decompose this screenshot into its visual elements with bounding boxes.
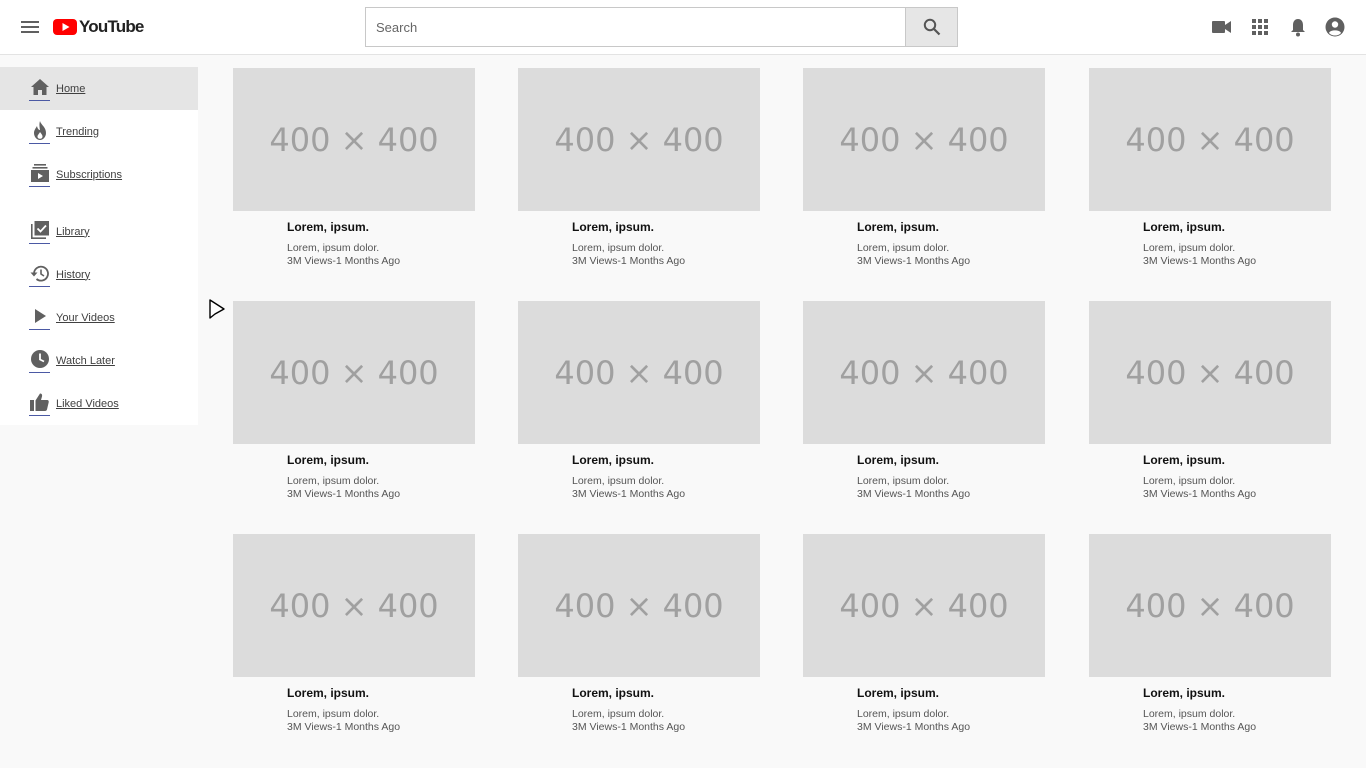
- video-card[interactable]: 400 × 400 Lorem, ipsum. Lorem, ipsum dol…: [233, 68, 475, 278]
- video-channel: Lorem, ipsum dolor.: [857, 242, 950, 254]
- video-meta: 3M Views-1 Months Ago: [1143, 488, 1257, 500]
- thumbs-up-icon: [29, 392, 50, 416]
- video-card[interactable]: 400 × 400 Lorem, ipsum. Lorem, ipsum dol…: [803, 534, 1045, 744]
- hamburger-menu-icon[interactable]: [20, 17, 40, 37]
- play-icon: [29, 306, 50, 330]
- video-card[interactable]: 400 × 400 Lorem, ipsum. Lorem, ipsum dol…: [1089, 534, 1331, 744]
- video-thumbnail[interactable]: 400 × 400: [1089, 301, 1331, 444]
- video-card[interactable]: 400 × 400 Lorem, ipsum. Lorem, ipsum dol…: [803, 301, 1045, 511]
- clock-icon: [29, 349, 50, 373]
- sidebar-item-label: Subscriptions: [56, 168, 123, 181]
- video-title[interactable]: Lorem, ipsum.: [1143, 220, 1225, 234]
- sidebar-item-home[interactable]: Home: [0, 67, 198, 110]
- bell-icon[interactable]: [1286, 15, 1310, 39]
- sidebar-item-liked-videos[interactable]: Liked Videos: [0, 382, 198, 425]
- video-thumbnail[interactable]: 400 × 400: [518, 301, 760, 444]
- video-meta: 3M Views-1 Months Ago: [287, 721, 401, 733]
- video-card[interactable]: 400 × 400 Lorem, ipsum. Lorem, ipsum dol…: [1089, 68, 1331, 278]
- mouse-cursor-icon: [207, 297, 227, 323]
- history-icon: [29, 263, 50, 287]
- sidebar-item-label: Watch Later: [56, 354, 115, 367]
- sidebar-item-library[interactable]: Library: [0, 210, 198, 253]
- video-meta: 3M Views-1 Months Ago: [572, 721, 686, 733]
- video-title[interactable]: Lorem, ipsum.: [857, 686, 939, 700]
- video-title[interactable]: Lorem, ipsum.: [572, 453, 654, 467]
- logo-text: YouTube: [79, 17, 144, 36]
- sidebar-item-label: Your Videos: [56, 311, 115, 324]
- sidebar-item-label: Library: [56, 225, 90, 238]
- video-channel: Lorem, ipsum dolor.: [287, 475, 380, 487]
- video-thumbnail[interactable]: 400 × 400: [233, 301, 475, 444]
- video-card[interactable]: 400 × 400 Lorem, ipsum. Lorem, ipsum dol…: [233, 534, 475, 744]
- video-channel: Lorem, ipsum dolor.: [572, 242, 665, 254]
- video-meta: 3M Views-1 Months Ago: [572, 488, 686, 500]
- top-bar: YouTube: [0, 0, 1366, 55]
- video-title[interactable]: Lorem, ipsum.: [572, 686, 654, 700]
- video-thumbnail[interactable]: 400 × 400: [1089, 534, 1331, 677]
- sidebar-item-watch-later[interactable]: Watch Later: [0, 339, 198, 382]
- video-title[interactable]: Lorem, ipsum.: [287, 686, 369, 700]
- video-channel: Lorem, ipsum dolor.: [857, 475, 950, 487]
- library-icon: [29, 220, 50, 244]
- video-title[interactable]: Lorem, ipsum.: [1143, 453, 1225, 467]
- search-icon: [923, 18, 940, 36]
- video-card[interactable]: 400 × 400 Lorem, ipsum. Lorem, ipsum dol…: [803, 68, 1045, 278]
- video-meta: 3M Views-1 Months Ago: [857, 488, 971, 500]
- video-thumbnail[interactable]: 400 × 400: [1089, 68, 1331, 211]
- video-title[interactable]: Lorem, ipsum.: [287, 453, 369, 467]
- video-meta: 3M Views-1 Months Ago: [572, 255, 686, 267]
- video-meta: 3M Views-1 Months Ago: [287, 488, 401, 500]
- sidebar-item-label: Liked Videos: [56, 397, 119, 410]
- video-channel: Lorem, ipsum dolor.: [1143, 708, 1236, 720]
- video-card[interactable]: 400 × 400 Lorem, ipsum. Lorem, ipsum dol…: [518, 301, 760, 511]
- search-button[interactable]: [905, 7, 958, 47]
- video-meta: 3M Views-1 Months Ago: [857, 255, 971, 267]
- video-title[interactable]: Lorem, ipsum.: [857, 453, 939, 467]
- video-card[interactable]: 400 × 400 Lorem, ipsum. Lorem, ipsum dol…: [518, 68, 760, 278]
- youtube-play-logo-icon: [53, 19, 77, 35]
- video-title[interactable]: Lorem, ipsum.: [572, 220, 654, 234]
- video-title[interactable]: Lorem, ipsum.: [287, 220, 369, 234]
- sidebar-item-label: History: [56, 268, 91, 281]
- video-channel: Lorem, ipsum dolor.: [287, 242, 380, 254]
- youtube-logo[interactable]: YouTube: [53, 17, 144, 37]
- video-title[interactable]: Lorem, ipsum.: [1143, 686, 1225, 700]
- video-meta: 3M Views-1 Months Ago: [1143, 255, 1257, 267]
- video-channel: Lorem, ipsum dolor.: [1143, 475, 1236, 487]
- sidebar-item-subscriptions[interactable]: Subscriptions: [0, 153, 198, 196]
- sidebar-item-your-videos[interactable]: Your Videos: [0, 296, 198, 339]
- video-thumbnail[interactable]: 400 × 400: [803, 534, 1045, 677]
- video-thumbnail[interactable]: 400 × 400: [233, 534, 475, 677]
- sidebar: Home Trending Subscriptions Library Hist…: [0, 67, 198, 425]
- video-channel: Lorem, ipsum dolor.: [572, 708, 665, 720]
- video-channel: Lorem, ipsum dolor.: [287, 708, 380, 720]
- sidebar-item-label: Home: [56, 82, 86, 95]
- video-meta: 3M Views-1 Months Ago: [1143, 721, 1257, 733]
- flame-icon: [29, 120, 50, 144]
- video-thumbnail[interactable]: 400 × 400: [518, 68, 760, 211]
- video-thumbnail[interactable]: 400 × 400: [803, 301, 1045, 444]
- video-channel: Lorem, ipsum dolor.: [1143, 242, 1236, 254]
- video-channel: Lorem, ipsum dolor.: [572, 475, 665, 487]
- video-card[interactable]: 400 × 400 Lorem, ipsum. Lorem, ipsum dol…: [233, 301, 475, 511]
- video-meta: 3M Views-1 Months Ago: [857, 721, 971, 733]
- subscriptions-icon: [29, 163, 50, 187]
- sidebar-item-trending[interactable]: Trending: [0, 110, 198, 153]
- video-meta: 3M Views-1 Months Ago: [287, 255, 401, 267]
- video-camera-icon[interactable]: [1210, 15, 1234, 39]
- video-channel: Lorem, ipsum dolor.: [857, 708, 950, 720]
- video-card[interactable]: 400 × 400 Lorem, ipsum. Lorem, ipsum dol…: [1089, 301, 1331, 511]
- search-bar: [365, 7, 958, 47]
- video-thumbnail[interactable]: 400 × 400: [233, 68, 475, 211]
- video-thumbnail[interactable]: 400 × 400: [803, 68, 1045, 211]
- video-thumbnail[interactable]: 400 × 400: [518, 534, 760, 677]
- sidebar-item-label: Trending: [56, 125, 100, 138]
- home-icon: [29, 77, 50, 101]
- video-card[interactable]: 400 × 400 Lorem, ipsum. Lorem, ipsum dol…: [518, 534, 760, 744]
- search-input[interactable]: [365, 7, 905, 47]
- video-title[interactable]: Lorem, ipsum.: [857, 220, 939, 234]
- apps-grid-icon[interactable]: [1248, 15, 1272, 39]
- sidebar-item-history[interactable]: History: [0, 253, 198, 296]
- account-circle-icon[interactable]: [1323, 15, 1347, 39]
